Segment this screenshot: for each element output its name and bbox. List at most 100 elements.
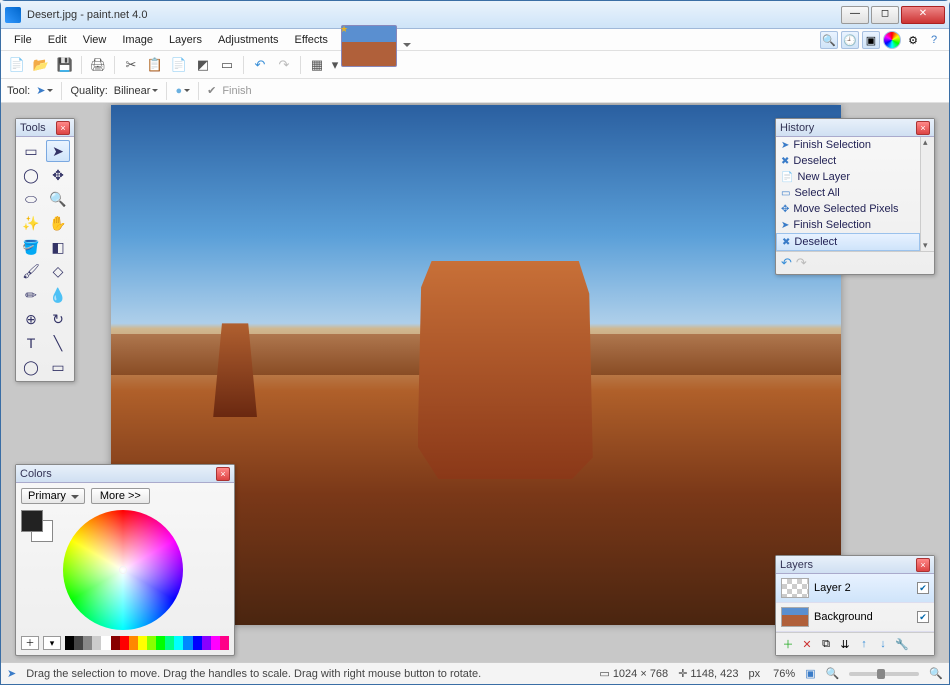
color-wheel[interactable]: [63, 510, 183, 630]
history-item[interactable]: ✥Move Selected Pixels: [776, 201, 920, 217]
menu-edit[interactable]: Edit: [41, 32, 74, 48]
palette-swatch[interactable]: [147, 636, 156, 650]
undo-icon[interactable]: ↶: [250, 55, 270, 75]
new-icon[interactable]: 📄: [7, 55, 27, 75]
palette-swatch[interactable]: [220, 636, 229, 650]
rectangle-tool[interactable]: ▭: [46, 356, 70, 378]
rect-select-tool[interactable]: ▭: [19, 140, 43, 162]
recolor-tool[interactable]: ↻: [46, 308, 70, 330]
duplicate-layer-icon[interactable]: ⧉: [818, 636, 834, 652]
zoom-tool[interactable]: 🔍: [46, 188, 70, 210]
tool-selector[interactable]: ➤: [36, 84, 53, 97]
menu-layers[interactable]: Layers: [162, 32, 209, 48]
layer-properties-icon[interactable]: 🔧: [894, 636, 910, 652]
palette-swatch[interactable]: [120, 636, 129, 650]
history-item[interactable]: ➤Finish Selection: [776, 137, 920, 153]
layers-panel-title[interactable]: Layers×: [776, 556, 934, 574]
zoom-in-icon[interactable]: 🔍: [929, 667, 943, 680]
paintbrush-tool[interactable]: 🖌: [19, 260, 43, 282]
palette-swatch[interactable]: [202, 636, 211, 650]
layer-down-icon[interactable]: ↓: [875, 636, 891, 652]
cut-icon[interactable]: ✂: [121, 55, 141, 75]
history-redo-icon[interactable]: ↷: [796, 255, 807, 271]
primary-color-selector[interactable]: Primary: [21, 488, 85, 504]
eraser-tool[interactable]: ◇: [46, 260, 70, 282]
menu-adjustments[interactable]: Adjustments: [211, 32, 286, 48]
palette-swatch[interactable]: [183, 636, 192, 650]
layer-visible-checkbox[interactable]: ✔: [917, 582, 929, 594]
settings-icon[interactable]: ⚙: [904, 31, 922, 49]
palette-swatch[interactable]: [74, 636, 83, 650]
layer-up-icon[interactable]: ↑: [856, 636, 872, 652]
menu-image[interactable]: Image: [115, 32, 160, 48]
line-tool[interactable]: ╲: [46, 332, 70, 354]
primary-swatch[interactable]: [21, 510, 43, 532]
finish-button[interactable]: Finish: [222, 85, 251, 97]
zoom-slider[interactable]: [849, 672, 919, 676]
shapes-tool[interactable]: ◯: [19, 356, 43, 378]
quality-selector[interactable]: Bilinear: [114, 85, 159, 97]
layer-row[interactable]: Background✔: [776, 603, 934, 632]
history-scrollbar[interactable]: [920, 137, 934, 251]
pan-tool[interactable]: ✋: [46, 212, 70, 234]
colors-close-icon[interactable]: ×: [216, 467, 230, 481]
colors-panel-title[interactable]: Colors×: [16, 465, 234, 483]
redo-icon[interactable]: ↷: [274, 55, 294, 75]
layers-toggle-icon[interactable]: ▣: [862, 31, 880, 49]
lasso-tool[interactable]: ◯: [19, 164, 43, 186]
palette-swatch[interactable]: [165, 636, 174, 650]
fit-window-icon[interactable]: ▣: [805, 667, 815, 680]
copy-icon[interactable]: 📋: [145, 55, 165, 75]
close-button[interactable]: ✕: [901, 6, 945, 24]
palette-swatch[interactable]: [193, 636, 202, 650]
more-button[interactable]: More >>: [91, 488, 150, 504]
tools-panel-title[interactable]: Tools×: [16, 119, 74, 137]
maximize-button[interactable]: ◻: [871, 6, 899, 24]
color-swatches[interactable]: [21, 510, 55, 544]
add-layer-icon[interactable]: ＋: [780, 636, 796, 652]
palette-menu-icon[interactable]: ▾: [43, 636, 61, 650]
open-icon[interactable]: 📂: [31, 55, 51, 75]
menu-effects[interactable]: Effects: [288, 32, 335, 48]
history-item[interactable]: ➤Finish Selection: [776, 217, 920, 233]
history-item[interactable]: ✖Deselect: [776, 233, 920, 251]
colors-toggle-icon[interactable]: [883, 31, 901, 49]
paint-bucket-tool[interactable]: 🪣: [19, 236, 43, 258]
pencil-tool[interactable]: ✏: [19, 284, 43, 306]
color-picker-tool[interactable]: 💧: [46, 284, 70, 306]
menu-view[interactable]: View: [76, 32, 114, 48]
palette-swatch[interactable]: [156, 636, 165, 650]
palette-swatch[interactable]: [174, 636, 183, 650]
clone-stamp-tool[interactable]: ⊕: [19, 308, 43, 330]
text-tool[interactable]: T: [19, 332, 43, 354]
palette-swatch[interactable]: [101, 636, 110, 650]
history-panel-title[interactable]: History×: [776, 119, 934, 137]
palette-swatch[interactable]: [65, 636, 74, 650]
minimize-button[interactable]: —: [841, 6, 869, 24]
ellipse-select-tool[interactable]: ⬭: [19, 188, 43, 210]
history-close-icon[interactable]: ×: [916, 121, 930, 135]
history-item[interactable]: 📄New Layer: [776, 169, 920, 185]
help-icon[interactable]: ?: [925, 31, 943, 49]
save-icon[interactable]: 💾: [55, 55, 75, 75]
crop-icon[interactable]: ◩: [193, 55, 213, 75]
move-selection-tool[interactable]: ➤: [46, 140, 70, 162]
layer-visible-checkbox[interactable]: ✔: [917, 611, 929, 623]
palette-swatch[interactable]: [129, 636, 138, 650]
sampling-selector[interactable]: ●: [175, 85, 190, 97]
history-undo-icon[interactable]: ↶: [781, 255, 792, 271]
print-icon[interactable]: 🖨: [88, 55, 108, 75]
merge-layer-icon[interactable]: ⇊: [837, 636, 853, 652]
tools-close-icon[interactable]: ×: [56, 121, 70, 135]
palette-swatch[interactable]: [111, 636, 120, 650]
palette-swatch[interactable]: [138, 636, 147, 650]
history-item[interactable]: ▭Select All: [776, 185, 920, 201]
magic-wand-tool[interactable]: ✨: [19, 212, 43, 234]
palette-add-icon[interactable]: ＋: [21, 636, 39, 650]
zoom-out-icon[interactable]: 🔍: [826, 667, 840, 680]
layer-row[interactable]: Layer 2✔: [776, 574, 934, 603]
layers-close-icon[interactable]: ×: [916, 558, 930, 572]
tools-toggle-icon[interactable]: 🔍: [820, 31, 838, 49]
paste-icon[interactable]: 📄: [169, 55, 189, 75]
history-item[interactable]: ✖Deselect: [776, 153, 920, 169]
